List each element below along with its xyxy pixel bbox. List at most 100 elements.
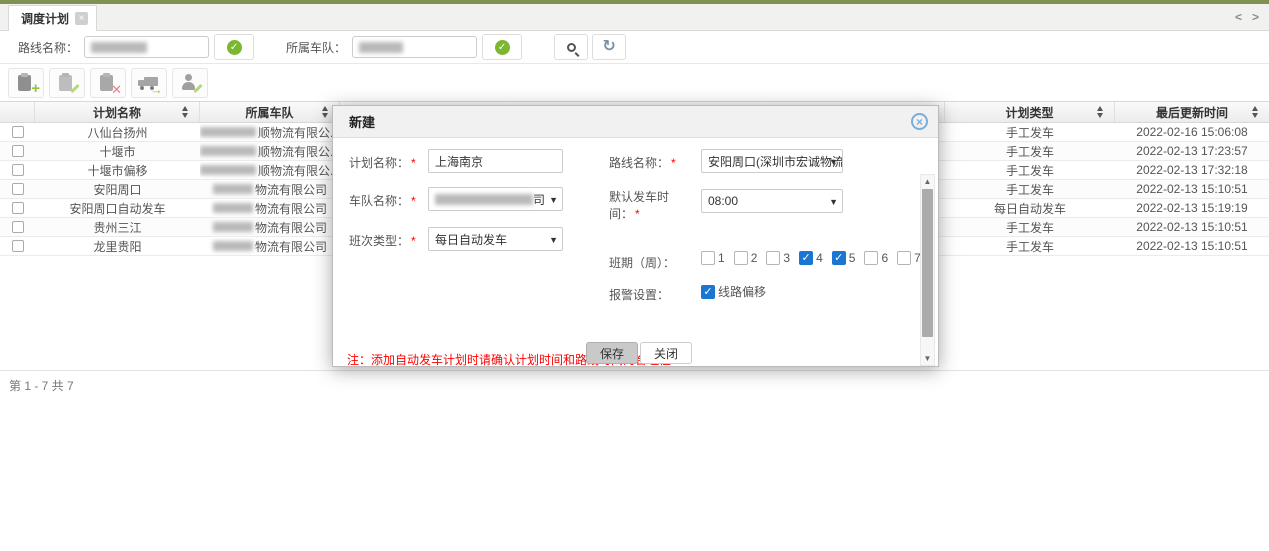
- weekday-6[interactable]: 6: [864, 251, 888, 265]
- checkbox-checked-icon[interactable]: [832, 251, 846, 265]
- weekdays-label: 班期（周）：: [609, 254, 675, 271]
- chevron-down-icon: [829, 197, 838, 207]
- checkbox-checked-icon[interactable]: [701, 285, 715, 299]
- sort-icon[interactable]: [182, 106, 189, 118]
- row-checkbox[interactable]: [12, 126, 24, 138]
- fleet-cell: 物流有限公司: [200, 181, 340, 198]
- header-fleet[interactable]: 所属车队: [200, 102, 340, 122]
- checkbox-icon[interactable]: [897, 251, 911, 265]
- route-select-button[interactable]: [214, 34, 254, 60]
- route-name-select[interactable]: 安阳周口(深圳市宏诚物流有: [701, 149, 843, 173]
- checkbox-icon[interactable]: [766, 251, 780, 265]
- weekday-2[interactable]: 2: [734, 251, 758, 265]
- plan-name-cell: 安阳周口: [35, 181, 200, 198]
- scrollbar-thumb[interactable]: [922, 189, 933, 337]
- fleet-cell: 物流有限公司: [200, 200, 340, 217]
- sort-icon[interactable]: [322, 106, 329, 118]
- row-checkbox[interactable]: [12, 240, 24, 252]
- checkbox-checked-icon[interactable]: [799, 251, 813, 265]
- fleet-cell: 物流有限公司: [200, 238, 340, 255]
- weekday-1[interactable]: 1: [701, 251, 725, 265]
- tab-next-icon[interactable]: >: [1252, 10, 1259, 24]
- toolbar: + ✕ →: [0, 64, 1269, 101]
- route-name-label: 路线名称：: [18, 39, 78, 56]
- plan-type-cell: 手工发车: [945, 238, 1115, 255]
- refresh-button[interactable]: [592, 34, 626, 60]
- plan-name-field[interactable]: 上海南京: [428, 149, 563, 173]
- updated-cell: 2022-02-13 17:23:57: [1115, 144, 1269, 158]
- pager-divider: [0, 370, 1269, 371]
- weekday-3[interactable]: 3: [766, 251, 790, 265]
- row-checkbox[interactable]: [12, 221, 24, 233]
- sort-icon[interactable]: [1252, 106, 1259, 118]
- updated-cell: 2022-02-13 15:19:19: [1115, 201, 1269, 215]
- header-plan-name[interactable]: 计划名称: [35, 102, 200, 122]
- plan-name-label: 计划名称：*: [349, 154, 416, 171]
- edit-plan-button[interactable]: [49, 68, 85, 98]
- delete-plan-button[interactable]: ✕: [90, 68, 126, 98]
- dialog-header: 新建 ×: [333, 106, 938, 138]
- checkbox-icon[interactable]: [734, 251, 748, 265]
- tab-nav: < >: [1235, 10, 1259, 24]
- weekday-5[interactable]: 5: [832, 251, 856, 265]
- updated-cell: 2022-02-13 15:10:51: [1115, 182, 1269, 196]
- refresh-icon: [602, 39, 615, 55]
- route-name-input[interactable]: [84, 36, 209, 58]
- clipboard-icon: [59, 75, 72, 91]
- tab-prev-icon[interactable]: <: [1235, 10, 1242, 24]
- row-checkbox[interactable]: [12, 202, 24, 214]
- plan-name-cell: 龙里贵阳: [35, 238, 200, 255]
- green-check-icon: [227, 40, 242, 55]
- pagination-summary: 第 1 - 7 共 7: [9, 377, 74, 394]
- fleet-cell: 顺物流有限公...: [200, 124, 340, 141]
- save-button[interactable]: 保存: [586, 342, 638, 364]
- header-label: 计划类型: [1005, 104, 1053, 121]
- row-checkbox[interactable]: [12, 145, 24, 157]
- close-button[interactable]: 关闭: [640, 342, 692, 364]
- assign-driver-button[interactable]: [172, 68, 208, 98]
- route-name-label: 路线名称：*: [609, 154, 676, 171]
- fleet-select-button[interactable]: [482, 34, 522, 60]
- plan-type-cell: 手工发车: [945, 162, 1115, 179]
- fleet-input[interactable]: [352, 36, 477, 58]
- assign-vehicle-button[interactable]: →: [131, 68, 167, 98]
- dialog-title: 新建: [349, 112, 375, 131]
- scroll-up-icon[interactable]: ▲: [921, 175, 934, 188]
- departure-time-select[interactable]: 08:00: [701, 189, 843, 213]
- tab-bar: 调度计划 × < >: [0, 4, 1269, 31]
- chevron-down-icon: [549, 195, 558, 205]
- redacted-route-value: [91, 42, 147, 53]
- weekday-4[interactable]: 4: [799, 251, 823, 265]
- row-checkbox[interactable]: [12, 164, 24, 176]
- arrow-right-icon: →: [150, 85, 163, 95]
- header-updated[interactable]: 最后更新时间: [1115, 102, 1269, 122]
- plan-name-cell: 十堰市: [35, 143, 200, 160]
- plus-icon: +: [31, 83, 40, 95]
- route-deviation-option[interactable]: 线路偏移: [701, 283, 766, 300]
- green-check-icon: [495, 40, 510, 55]
- search-button[interactable]: [554, 34, 588, 60]
- dialog-close-icon[interactable]: ×: [911, 113, 928, 130]
- fleet-name-select[interactable]: 司: [428, 187, 563, 211]
- plan-type-cell: 手工发车: [945, 143, 1115, 160]
- plan-name-cell: 八仙台扬州: [35, 124, 200, 141]
- plan-name-cell: 安阳周口自动发车: [35, 200, 200, 217]
- checkbox-icon[interactable]: [864, 251, 878, 265]
- fleet-name-label: 车队名称：*: [349, 192, 416, 209]
- tab-close-icon[interactable]: ×: [75, 12, 88, 25]
- clipboard-icon: [18, 75, 31, 91]
- shift-type-select[interactable]: 每日自动发车: [428, 227, 563, 251]
- weekday-7[interactable]: 7: [897, 251, 921, 265]
- row-checkbox[interactable]: [12, 183, 24, 195]
- new-plan-dialog: 新建 × 计划名称：* 上海南京 路线名称：* 安阳周口(深圳市宏诚物流有 车队…: [332, 105, 939, 367]
- header-plan-type[interactable]: 计划类型: [945, 102, 1115, 122]
- updated-cell: 2022-02-13 15:10:51: [1115, 220, 1269, 234]
- fleet-label: 所属车队：: [286, 39, 346, 56]
- departure-time-label: 默认发车时间：*: [609, 189, 683, 223]
- add-plan-button[interactable]: +: [8, 68, 44, 98]
- header-checkbox-cell: [0, 102, 35, 122]
- dialog-footer: 保存 关闭: [333, 336, 938, 366]
- tab-dispatch-plan[interactable]: 调度计划 ×: [8, 5, 97, 31]
- sort-icon[interactable]: [1097, 106, 1104, 118]
- checkbox-icon[interactable]: [701, 251, 715, 265]
